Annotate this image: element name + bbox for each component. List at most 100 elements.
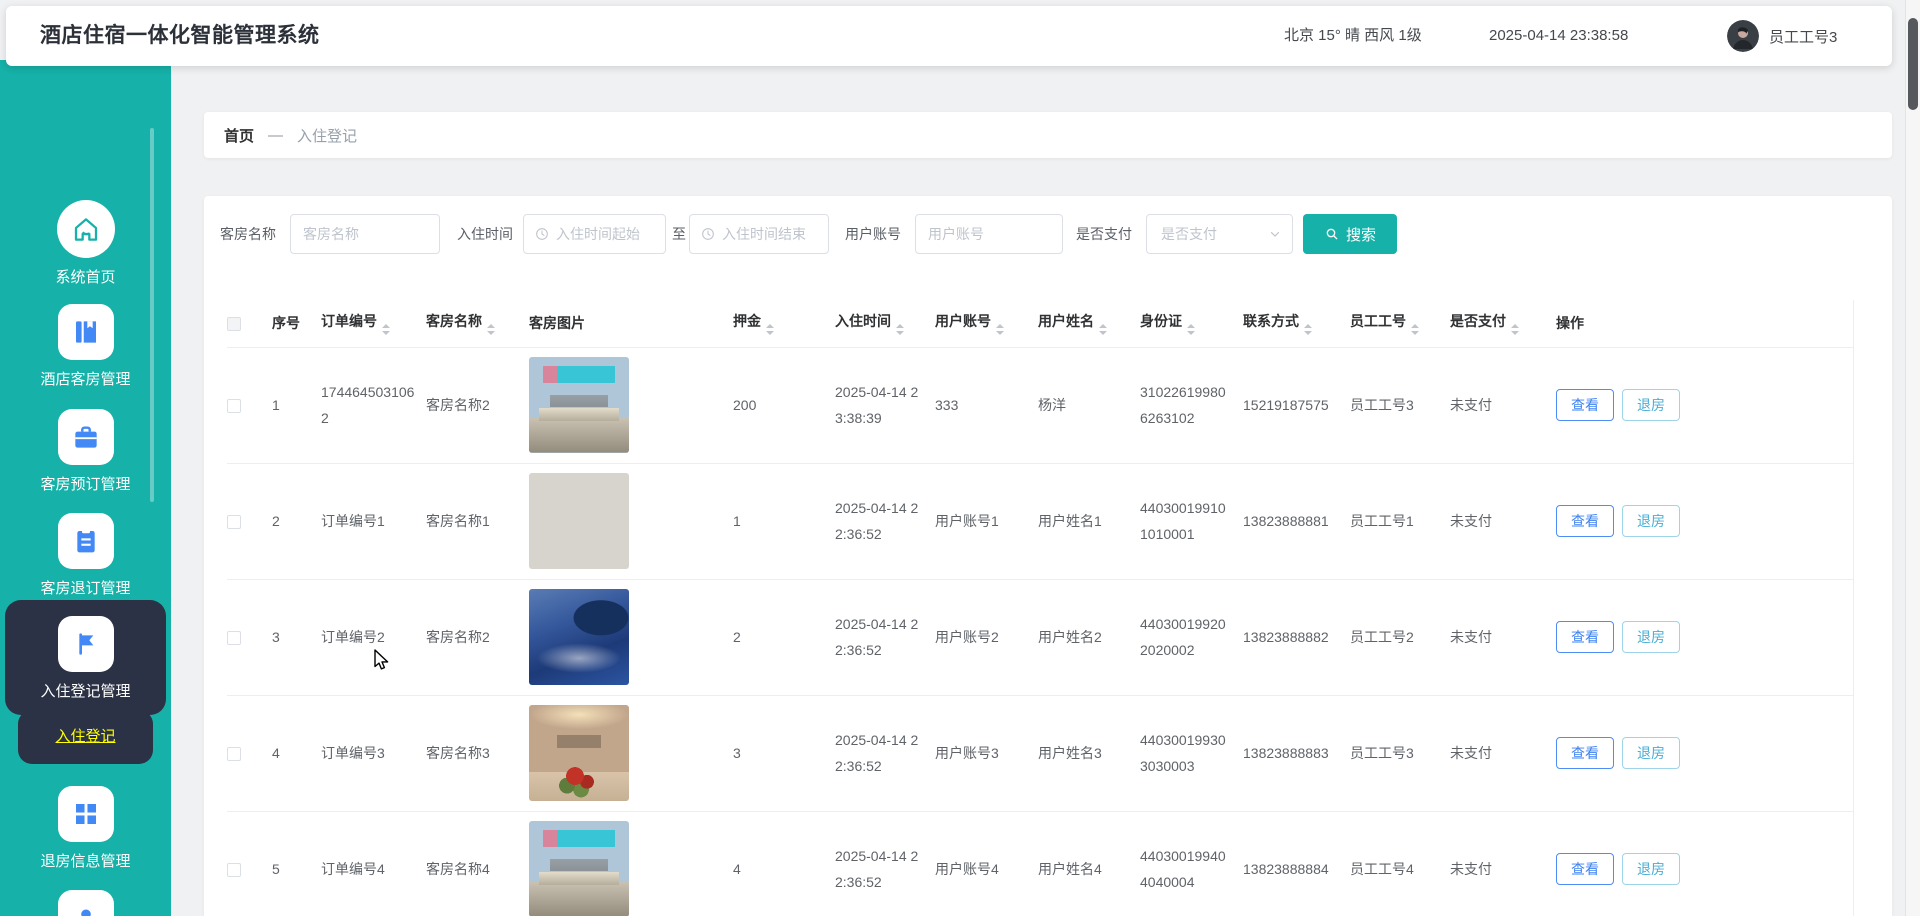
cell-room: 客房名称1 [426,463,529,579]
cell-idcard: 440300199404040004 [1140,811,1243,916]
sidebar-item-checkin-reg-mgmt[interactable]: 入住登记管理 [5,600,166,715]
column-label: 用户姓名 [1038,313,1094,329]
col-room[interactable]: 客房名称 [426,300,529,347]
sidebar-item-hotel-room-mgmt[interactable]: 酒店客房管理 [0,304,171,389]
checkout-button[interactable]: 退房 [1622,389,1680,421]
checkin-start-input[interactable] [550,226,665,242]
cell-image [529,579,733,695]
cell-phone: 13823888884 [1243,811,1350,916]
checkin-end-input[interactable] [716,226,828,242]
sort-icon[interactable] [487,324,495,335]
user-account-input[interactable] [915,214,1063,254]
cell-staff: 员工工号3 [1350,695,1450,811]
cell-select [227,579,272,695]
cell-paid: 未支付 [1450,811,1556,916]
breadcrumb: 首页 — 入住登记 [204,112,1892,158]
table-row: 5订单编号4客房名称442025-04-14 22:36:52用户账号4用户姓名… [227,811,1853,916]
cell-account: 333 [935,347,1038,463]
sidebar-item-label: 客房预订管理 [0,473,171,494]
sort-icon[interactable] [1304,324,1312,335]
sidebar-item-system-home[interactable]: 系统首页 [0,200,171,287]
sidebar-item-room-reserve-mgmt[interactable]: 客房预订管理 [0,409,171,494]
sidebar: 系统首页酒店客房管理客房预订管理客房退订管理入住登记管理入住登记退房信息管理违法… [0,60,171,916]
view-button[interactable]: 查看 [1556,505,1614,537]
sidebar-item-room-cancel-mgmt[interactable]: 客房退订管理 [0,513,171,598]
paid-select[interactable]: 是否支付 [1146,214,1293,254]
room-name-input[interactable] [290,214,440,254]
checkout-button[interactable]: 退房 [1622,621,1680,653]
cell-idcard: 440300199303030003 [1140,695,1243,811]
cell-order: 订单编号4 [321,811,426,916]
breadcrumb-home-link[interactable]: 首页 [224,125,254,146]
search-button[interactable]: 搜索 [1303,214,1397,254]
cell-phone: 13823888883 [1243,695,1350,811]
cell-time: 2025-04-14 22:36:52 [835,463,935,579]
sidebar-item-checkin-reg[interactable]: 入住登记 [18,710,153,764]
view-button[interactable]: 查看 [1556,621,1614,653]
cell-idcard: 310226199806263102 [1140,347,1243,463]
checkin-start-datepicker[interactable] [523,214,666,254]
col-staff[interactable]: 员工工号 [1350,300,1450,347]
row-checkbox[interactable] [227,399,241,413]
sort-icon[interactable] [1099,324,1107,335]
cell-action: 查看退房 [1556,579,1853,695]
avatar[interactable] [1727,20,1759,52]
checkin-end-datepicker[interactable] [689,214,829,254]
cell-account: 用户账号4 [935,811,1038,916]
row-checkbox[interactable] [227,747,241,761]
top-header: 酒店住宿一体化智能管理系统 北京 15° 晴 西风 1级 2025-04-14 … [6,6,1892,66]
cell-time: 2025-04-14 22:36:52 [835,811,935,916]
sort-icon[interactable] [1187,324,1195,335]
sort-icon[interactable] [896,324,904,335]
select-all-checkbox[interactable] [227,317,241,331]
column-label: 联系方式 [1243,313,1299,329]
sidebar-item-checkout-info-mgmt[interactable]: 退房信息管理 [0,786,171,871]
briefcase-icon [58,409,114,465]
sort-icon[interactable] [996,324,1004,335]
row-checkbox[interactable] [227,631,241,645]
checkout-button[interactable]: 退房 [1622,737,1680,769]
checkout-button[interactable]: 退房 [1622,853,1680,885]
col-order[interactable]: 订单编号 [321,300,426,347]
flag-icon [58,616,114,672]
room-image [529,705,629,801]
row-checkbox[interactable] [227,863,241,877]
col-idcard[interactable]: 身份证 [1140,300,1243,347]
sidebar-item-violation-record-mgmt[interactable]: 违法记录管理 [0,890,171,916]
user-menu[interactable]: 员工工号3 [1727,20,1837,52]
view-button[interactable]: 查看 [1556,737,1614,769]
filter-bar: 客房名称 入住时间 至 用户账号 是否支付 是否支付 搜索 [204,214,1892,254]
cell-image [529,695,733,811]
sort-icon[interactable] [1411,324,1419,335]
col-name[interactable]: 用户姓名 [1038,300,1140,347]
checkin-time-label: 入住时间 [457,214,513,254]
col-time[interactable]: 入住时间 [835,300,935,347]
page-scrollbar-thumb[interactable] [1908,18,1918,110]
checkout-button[interactable]: 退房 [1622,505,1680,537]
cell-room: 客房名称4 [426,811,529,916]
row-checkbox[interactable] [227,515,241,529]
col-phone[interactable]: 联系方式 [1243,300,1350,347]
sort-icon[interactable] [1511,324,1519,335]
sort-icon[interactable] [766,324,774,335]
book-icon [58,304,114,360]
cell-phone: 13823888881 [1243,463,1350,579]
cell-order: 订单编号1 [321,463,426,579]
table-row: 2订单编号1客房名称112025-04-14 22:36:52用户账号1用户姓名… [227,463,1853,579]
col-deposit[interactable]: 押金 [733,300,835,347]
col-paid[interactable]: 是否支付 [1450,300,1556,347]
col-account[interactable]: 用户账号 [935,300,1038,347]
cell-select [227,463,272,579]
cell-deposit: 200 [733,347,835,463]
clock-icon [700,226,716,242]
paid-label: 是否支付 [1076,214,1132,254]
table-header-row: 序号订单编号客房名称客房图片押金入住时间用户账号用户姓名身份证联系方式员工工号是… [227,300,1853,347]
table-row: 4订单编号3客房名称332025-04-14 22:36:52用户账号3用户姓名… [227,695,1853,811]
cell-seq: 1 [272,347,321,463]
column-label: 客房图片 [529,315,585,331]
view-button[interactable]: 查看 [1556,389,1614,421]
cell-image [529,347,733,463]
view-button[interactable]: 查看 [1556,853,1614,885]
cell-select [227,695,272,811]
sort-icon[interactable] [382,324,390,335]
